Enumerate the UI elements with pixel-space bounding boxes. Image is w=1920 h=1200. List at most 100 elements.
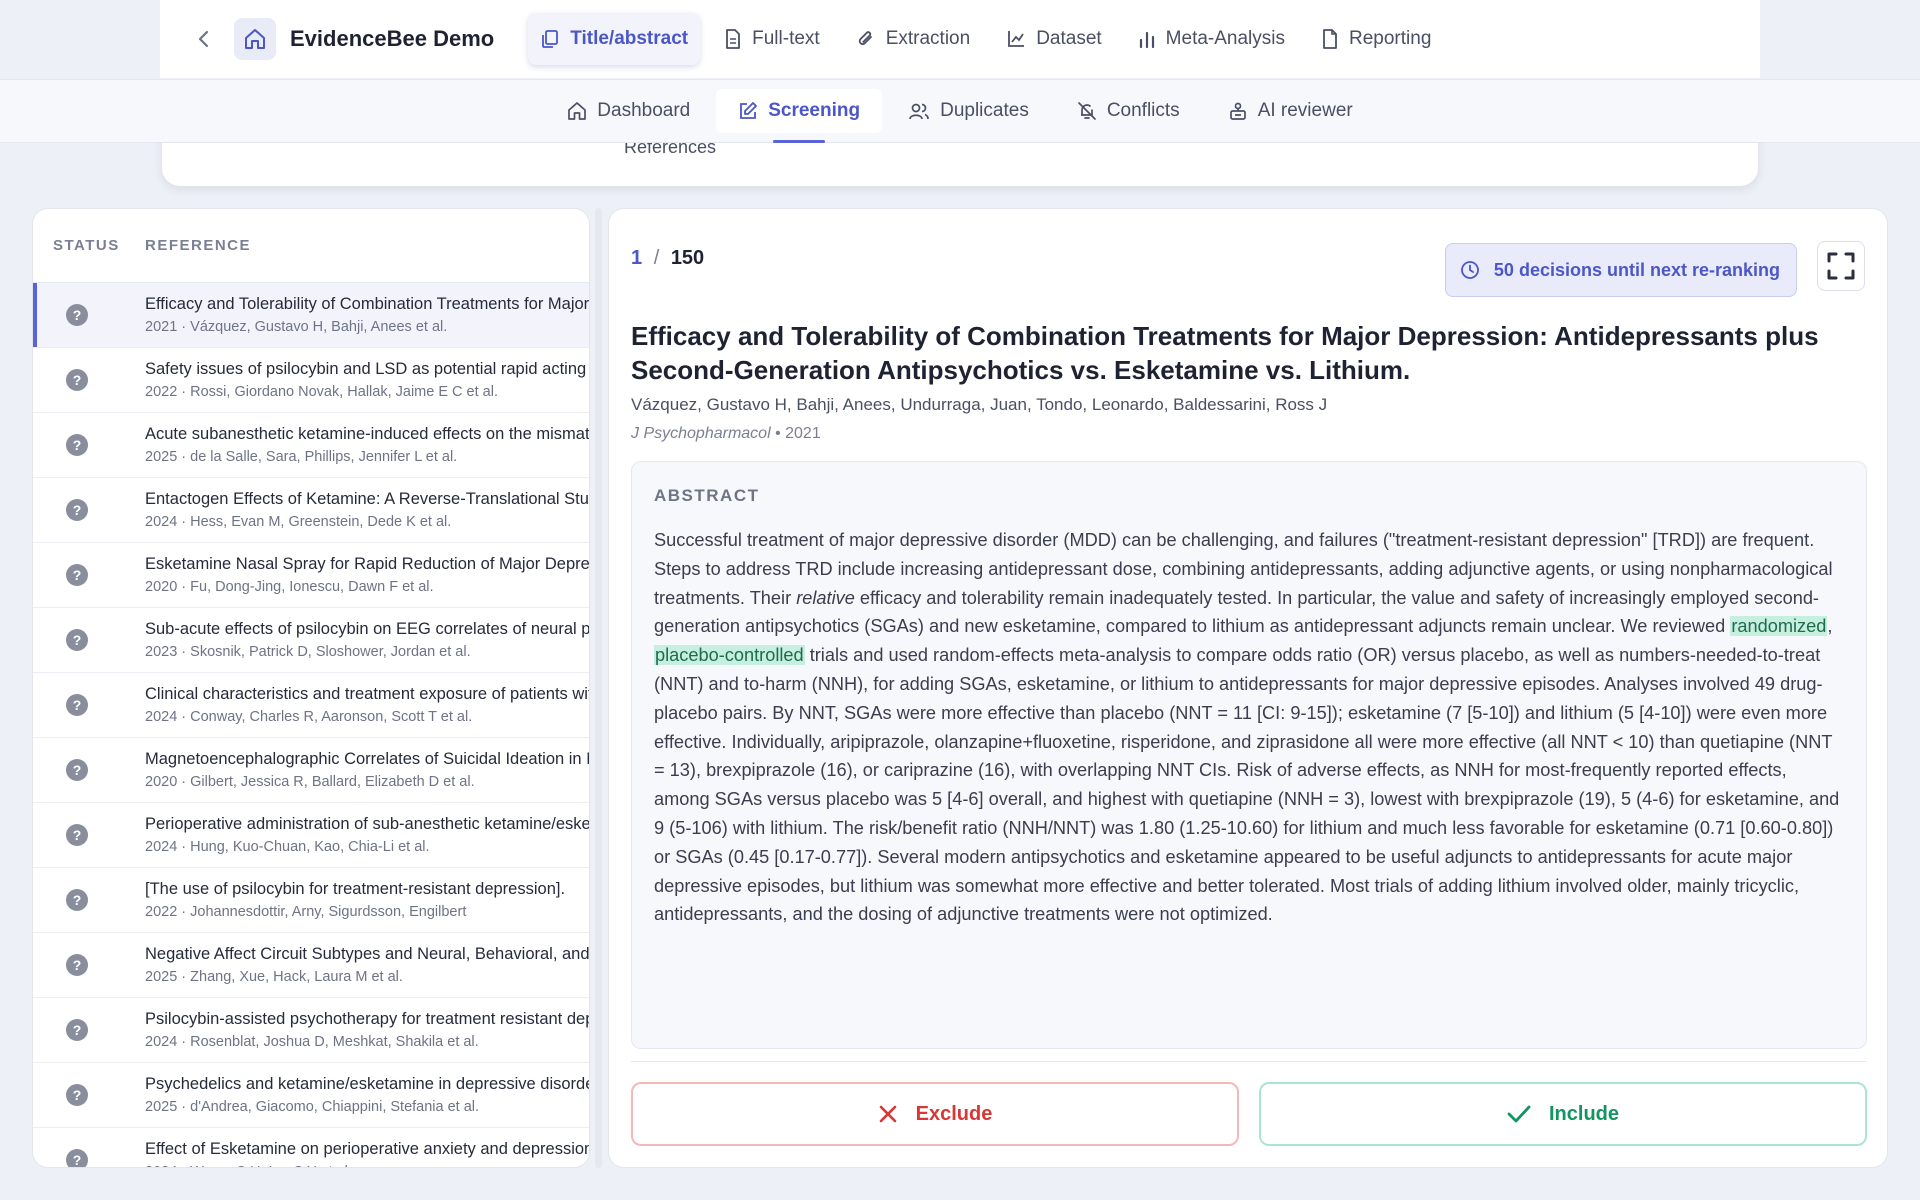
include-label: Include — [1548, 1102, 1619, 1125]
reference-cell: Esketamine Nasal Spray for Rapid Reducti… — [145, 555, 589, 595]
reference-title: Magnetoencephalographic Correlates of Su… — [145, 750, 589, 768]
reference-cell: Efficacy and Tolerability of Combination… — [145, 295, 589, 335]
abstract-section: ABSTRACT Successful treatment of major d… — [631, 461, 1867, 1049]
tab-full-text[interactable]: Full-text — [712, 13, 832, 65]
list-item[interactable]: ? Acute subanesthetic ketamine-induced ef… — [33, 413, 589, 478]
bar-chart-icon — [1139, 31, 1154, 48]
abstract-text: Successful treatment of major depressive… — [654, 526, 1844, 929]
tab-label: Screening — [768, 100, 861, 121]
robot-icon — [1229, 102, 1246, 120]
abstract-part: trials and used random-effects meta-anal… — [654, 645, 1840, 925]
list-item[interactable]: ? Effect of Esketamine on perioperative a… — [33, 1128, 589, 1167]
copy-document-icon — [542, 30, 559, 48]
bell-off-icon — [1077, 102, 1096, 120]
tab-ai-reviewer[interactable]: AI reviewer — [1206, 89, 1375, 133]
include-button[interactable]: Include — [1259, 1082, 1867, 1146]
tab-label: Conflicts — [1106, 100, 1180, 121]
list-item[interactable]: ? Magnetoencephalographic Correlates of S… — [33, 738, 589, 803]
reference-cell: [The use of psilocybin for treatment-res… — [145, 880, 589, 920]
reference-title: Esketamine Nasal Spray for Rapid Reducti… — [145, 555, 589, 573]
list-item[interactable]: ? Psilocybin-assisted psychotherapy for t… — [33, 998, 589, 1063]
reference-cell: Safety issues of psilocybin and LSD as p… — [145, 360, 589, 400]
list-item[interactable]: ? Clinical characteristics and treatment … — [33, 673, 589, 738]
tab-screening[interactable]: Screening — [716, 89, 883, 143]
status-cell: ? — [33, 1149, 145, 1167]
reference-cell: Effect of Esketamine on perioperative an… — [145, 1140, 589, 1167]
clock-icon — [1461, 261, 1479, 279]
tab-label: Duplicates — [940, 100, 1029, 121]
reference-meta: 2025 · Zhang, Xue, Hack, Laura M et al. — [145, 969, 403, 985]
list-item[interactable]: ? Entactogen Effects of Ketamine: A Rever… — [33, 478, 589, 543]
top-navigation-bar: EvidenceBee Demo Title/abstract Full-tex… — [160, 0, 1760, 83]
list-item[interactable]: ? Safety issues of psilocybin and LSD as … — [33, 348, 589, 413]
column-header-status: STATUS — [53, 237, 120, 254]
tab-label: Dataset — [1036, 28, 1102, 49]
list-item[interactable]: ? Sub-acute effects of psilocybin on EEG … — [33, 608, 589, 673]
reference-meta: 2024 · Wang, C H, Lu, C Y et al. — [145, 1164, 589, 1167]
reference-title: Acute subanesthetic ketamine-induced eff… — [145, 425, 589, 443]
status-cell: ? — [33, 369, 145, 391]
unknown-status-icon: ? — [66, 434, 88, 456]
rerank-badge: 50 decisions until next re-ranking — [1444, 243, 1797, 297]
tab-label: Reporting — [1349, 28, 1432, 49]
keyword-highlight: randomized — [1730, 616, 1828, 637]
chevron-left-icon[interactable] — [194, 30, 212, 48]
status-cell: ? — [33, 304, 145, 326]
reference-title: Effect of Esketamine on perioperative an… — [145, 1140, 589, 1158]
project-title: EvidenceBee Demo — [290, 26, 495, 51]
list-item[interactable]: ? [The use of psilocybin for treatment-re… — [33, 868, 589, 933]
list-item[interactable]: ? Perioperative administration of sub-ane… — [33, 803, 589, 868]
list-item[interactable]: ? Esketamine Nasal Spray for Rapid Reduct… — [33, 543, 589, 608]
reference-meta: 2024 · Rosenblat, Joshua D, Meshkat, Sha… — [145, 1034, 479, 1050]
reference-meta: 2020 · Gilbert, Jessica R, Ballard, Eliz… — [145, 774, 475, 790]
exclude-button[interactable]: Exclude — [631, 1082, 1239, 1146]
fullscreen-button[interactable] — [1817, 241, 1865, 291]
reference-cell: Magnetoencephalographic Correlates of Su… — [145, 750, 589, 790]
unknown-status-icon: ? — [66, 759, 88, 781]
status-cell: ? — [33, 824, 145, 846]
tab-meta-analysis[interactable]: Meta-Analysis — [1126, 13, 1297, 65]
reference-authors: Vázquez, Gustavo H, Bahji, Anees, Undurr… — [631, 395, 1328, 414]
list-item[interactable]: ? Negative Affect Circuit Subtypes and Ne… — [33, 933, 589, 998]
tab-reporting[interactable]: Reporting — [1309, 13, 1443, 65]
reference-meta: 2023 · Skosnik, Patrick D, Sloshower, Jo… — [145, 644, 471, 660]
reference-title: Sub-acute effects of psilocybin on EEG c… — [145, 620, 589, 638]
total-count: 150 — [670, 247, 705, 269]
reference-counter: 1 / 150 — [631, 247, 704, 270]
reference-cell: Negative Affect Circuit Subtypes and Neu… — [145, 945, 589, 985]
status-cell: ? — [33, 694, 145, 716]
tab-conflicts[interactable]: Conflicts — [1055, 89, 1202, 133]
document-icon — [726, 29, 741, 49]
reference-title: Negative Affect Circuit Subtypes and Neu… — [145, 945, 589, 963]
tab-title-abstract[interactable]: Title/abstract — [528, 13, 701, 83]
reference-meta: 2021 · Vázquez, Gustavo H, Bahji, Anees … — [145, 319, 448, 335]
fullscreen-icon — [1827, 252, 1855, 280]
chart-table-icon — [1008, 31, 1025, 47]
reference-cell: Clinical characteristics and treatment e… — [145, 685, 589, 725]
reference-cell: Psilocybin-assisted psychotherapy for tr… — [145, 1010, 589, 1050]
tab-label: Title/abstract — [570, 28, 689, 49]
reference-cell: Entactogen Effects of Ketamine: A Revers… — [145, 490, 589, 530]
list-item[interactable]: ? Psychedelics and ketamine/esketamine in… — [33, 1063, 589, 1128]
users-icon — [909, 103, 929, 120]
status-cell: ? — [33, 954, 145, 976]
reference-meta: 2022 · Rossi, Giordano Novak, Hallak, Ja… — [145, 384, 498, 400]
reference-title: [The use of psilocybin for treatment-res… — [145, 880, 566, 898]
reference-title: Efficacy and Tolerability of Combination… — [631, 321, 1819, 385]
tab-dashboard[interactable]: Dashboard — [545, 89, 712, 133]
reference-cell: Perioperative administration of sub-anes… — [145, 815, 589, 855]
column-header-reference: REFERENCE — [145, 237, 252, 254]
project-home-button[interactable] — [234, 18, 276, 60]
status-cell: ? — [33, 759, 145, 781]
unknown-status-icon: ? — [66, 1019, 88, 1041]
home-icon — [568, 102, 587, 120]
tab-duplicates[interactable]: Duplicates — [886, 89, 1051, 133]
panel-resize-handle[interactable] — [595, 208, 602, 1168]
list-item[interactable]: ? Efficacy and Tolerability of Combinatio… — [33, 283, 589, 348]
tab-dataset[interactable]: Dataset — [994, 13, 1113, 65]
reference-cell: Psychedelics and ketamine/esketamine in … — [145, 1075, 589, 1115]
unknown-status-icon: ? — [66, 499, 88, 521]
tab-extraction[interactable]: Extraction — [844, 13, 982, 65]
reference-title: Clinical characteristics and treatment e… — [145, 685, 589, 703]
abstract-part: , — [1827, 616, 1833, 637]
